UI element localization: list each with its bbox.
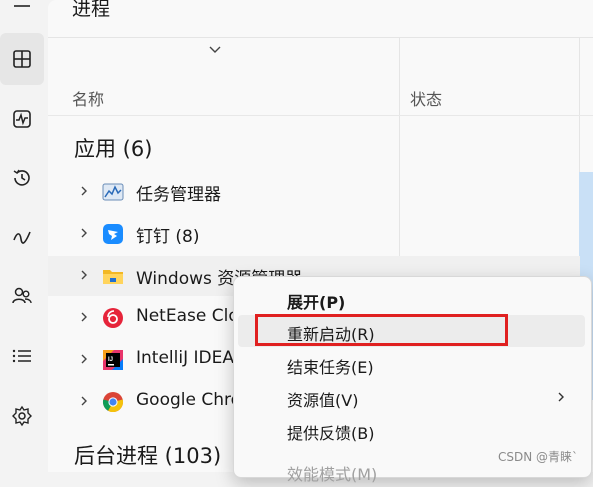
column-separator[interactable] <box>579 37 580 172</box>
section-background-heading: 后台进程 (103) <box>74 444 222 468</box>
sort-chevron-icon[interactable] <box>207 42 223 58</box>
app-name: 钉钉 (8) <box>136 227 200 247</box>
app-name: IntelliJ IDEA <box>136 348 234 368</box>
highlight-box <box>255 314 508 346</box>
dingtalk-icon <box>103 224 123 244</box>
netease-music-icon <box>103 308 123 328</box>
processes-icon[interactable] <box>0 33 44 85</box>
intellij-icon: IJ <box>103 350 123 370</box>
users-icon[interactable] <box>0 270 44 322</box>
menu-item-resource-values[interactable]: 资源值(V) <box>238 381 585 413</box>
services-icon[interactable] <box>0 390 44 442</box>
column-header-name[interactable]: 名称 <box>72 86 104 110</box>
column-header-status[interactable]: 状态 <box>410 86 442 110</box>
header-bottom-divider <box>48 115 593 116</box>
chevron-right-icon[interactable] <box>77 268 91 282</box>
app-name: 任务管理器 <box>136 185 221 205</box>
chrome-icon <box>102 392 124 413</box>
menu-item-label: 资源值(V) <box>287 391 359 410</box>
header-divider <box>48 37 593 38</box>
nav-rail <box>0 0 48 472</box>
submenu-arrow-icon <box>558 392 564 402</box>
page-title: 进程 <box>72 0 111 20</box>
table-row[interactable]: 任务管理器 <box>48 172 580 212</box>
folder-icon <box>103 270 123 284</box>
chevron-right-icon[interactable] <box>77 310 91 324</box>
chevron-right-icon[interactable] <box>77 394 91 408</box>
startup-apps-icon[interactable] <box>0 211 44 263</box>
task-manager-icon <box>102 183 124 201</box>
chevron-right-icon[interactable] <box>77 226 91 240</box>
menu-item-expand[interactable]: 展开(P) <box>238 283 585 315</box>
performance-icon[interactable] <box>0 93 44 145</box>
chevron-right-icon[interactable] <box>77 184 91 198</box>
section-apps-heading: 应用 (6) <box>74 137 153 161</box>
menu-item-label: 效能模式(M) <box>287 465 378 484</box>
watermark: CSDN @青睐` <box>498 450 579 464</box>
menu-item-label: 结束任务(E) <box>287 358 374 377</box>
svg-text:IJ: IJ <box>108 357 113 363</box>
app-history-icon[interactable] <box>0 152 44 204</box>
menu-item-end-task[interactable]: 结束任务(E) <box>238 348 585 380</box>
menu-item-label: 提供反馈(B) <box>287 424 375 443</box>
menu-item-label: 展开(P) <box>287 293 346 312</box>
details-icon[interactable] <box>0 330 44 382</box>
menu-item-feedback[interactable]: 提供反馈(B) <box>238 414 585 446</box>
chevron-right-icon[interactable] <box>77 352 91 366</box>
menu-icon[interactable] <box>0 0 44 32</box>
table-row[interactable]: 钉钉 (8) <box>48 214 580 254</box>
